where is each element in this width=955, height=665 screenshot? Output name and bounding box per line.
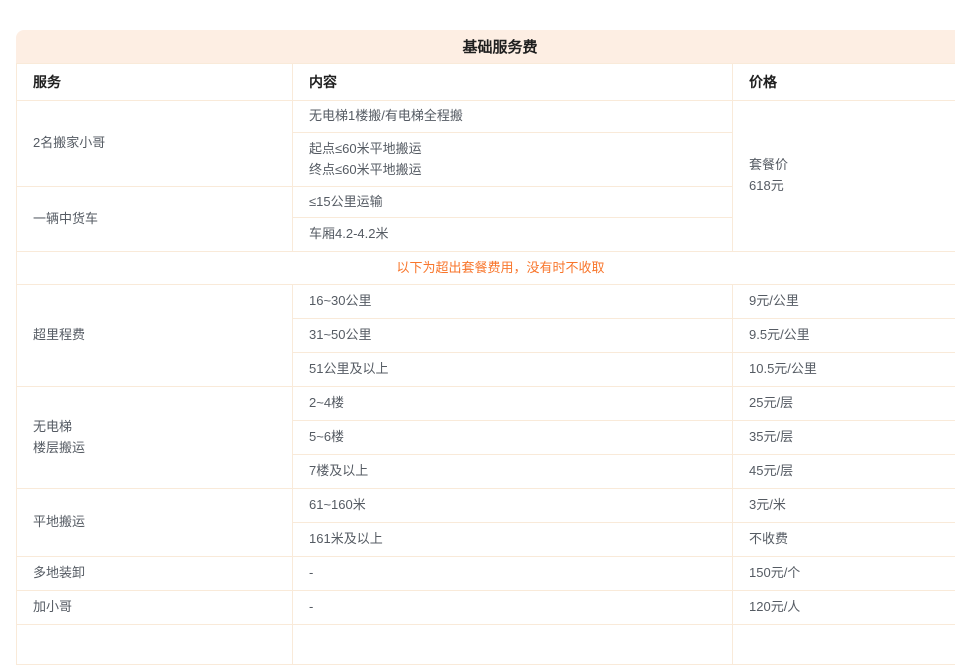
table-row: 2名搬家小哥 无电梯1楼搬/有电梯全程搬 套餐价 618元: [17, 101, 955, 133]
service-cell-truck: 一辆中货车: [17, 187, 293, 252]
price-cell: 35元/层: [733, 421, 955, 455]
content-cell: 7楼及以上: [293, 455, 733, 489]
price-cell: 10.5元/公里: [733, 353, 955, 387]
pricing-table: 服务 内容 价格 2名搬家小哥 无电梯1楼搬/有电梯全程搬 套餐价 618元 起…: [16, 63, 955, 665]
price-cell: [733, 625, 955, 665]
content-cell: 51公里及以上: [293, 353, 733, 387]
table-row: 超里程费 16~30公里 9元/公里: [17, 285, 955, 319]
content-cell: -: [293, 557, 733, 591]
banner-text: 以下为超出套餐费用，没有时不收取: [17, 252, 955, 285]
content-cell: -: [293, 591, 733, 625]
price-cell: 45元/层: [733, 455, 955, 489]
service-cell-movers: 2名搬家小哥: [17, 101, 293, 187]
table-title: 基础服务费: [16, 30, 955, 63]
table-row: 多地装卸 - 150元/个: [17, 557, 955, 591]
price-cell: 25元/层: [733, 387, 955, 421]
price-cell: 120元/人: [733, 591, 955, 625]
column-header-service: 服务: [17, 64, 293, 101]
service-cell: [17, 625, 293, 665]
service-cell: 平地搬运: [17, 489, 293, 557]
table-row-partial: [17, 625, 955, 665]
table-row: 加小哥 - 120元/人: [17, 591, 955, 625]
content-cell: [293, 625, 733, 665]
content-cell: 无电梯1楼搬/有电梯全程搬: [293, 101, 733, 133]
service-cell: 多地装卸: [17, 557, 293, 591]
column-header-content: 内容: [293, 64, 733, 101]
content-cell: ≤15公里运输: [293, 187, 733, 218]
banner-row: 以下为超出套餐费用，没有时不收取: [17, 252, 955, 285]
content-cell: 61~160米: [293, 489, 733, 523]
header-row: 服务 内容 价格: [17, 64, 955, 101]
price-cell: 不收费: [733, 523, 955, 557]
content-cell: 车厢4.2-4.2米: [293, 218, 733, 252]
table-row: 无电梯 楼层搬运 2~4楼 25元/层: [17, 387, 955, 421]
price-cell: 9元/公里: [733, 285, 955, 319]
service-cell: 加小哥: [17, 591, 293, 625]
content-cell: 16~30公里: [293, 285, 733, 319]
content-cell: 2~4楼: [293, 387, 733, 421]
price-cell: 150元/个: [733, 557, 955, 591]
pricing-card: 基础服务费 服务 内容 价格 2名搬家小哥 无电梯1楼搬/有电梯全程搬 套餐价 …: [16, 30, 955, 665]
price-cell: 9.5元/公里: [733, 319, 955, 353]
column-header-price: 价格: [733, 64, 955, 101]
service-cell: 无电梯 楼层搬运: [17, 387, 293, 489]
price-cell-package: 套餐价 618元: [733, 101, 955, 252]
table-row: 平地搬运 61~160米 3元/米: [17, 489, 955, 523]
content-cell: 31~50公里: [293, 319, 733, 353]
service-cell: 超里程费: [17, 285, 293, 387]
content-cell: 5~6楼: [293, 421, 733, 455]
content-cell: 161米及以上: [293, 523, 733, 557]
content-cell: 起点≤60米平地搬运 终点≤60米平地搬运: [293, 133, 733, 187]
price-cell: 3元/米: [733, 489, 955, 523]
